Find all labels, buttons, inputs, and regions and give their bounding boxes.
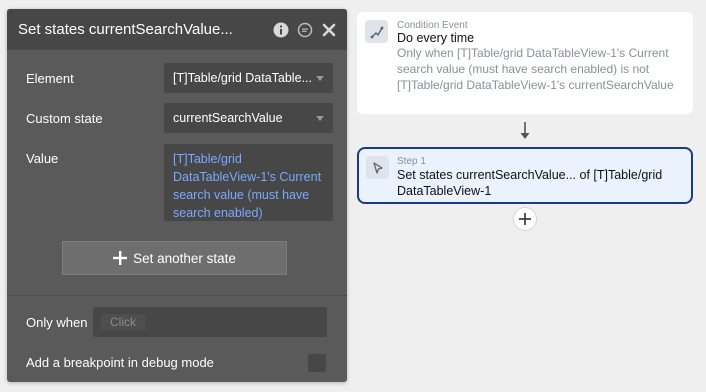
value-expression-field[interactable]: [T]Table/grid DataTableView-1's Current …	[164, 144, 333, 221]
event-description: Only when [T]Table/grid DataTableView-1'…	[397, 46, 674, 92]
plus-icon	[113, 251, 128, 265]
divider	[7, 295, 347, 296]
breakpoint-label: Add a breakpoint in debug mode	[26, 355, 214, 370]
chevron-down-icon	[316, 116, 324, 121]
add-step-button[interactable]	[513, 207, 537, 231]
chevron-down-icon	[316, 76, 324, 81]
only-when-placeholder: Click	[101, 314, 145, 330]
breakpoint-checkbox[interactable]	[308, 354, 326, 372]
only-when-label: Only when	[26, 315, 88, 330]
step-title: Set states currentSearchValue... of [T]T…	[397, 168, 663, 198]
only-when-condition-input[interactable]: Click	[93, 307, 327, 337]
plus-icon	[519, 213, 531, 225]
close-icon[interactable]	[317, 21, 341, 39]
custom-state-label: Custom state	[26, 111, 103, 126]
element-label: Element	[26, 71, 74, 86]
value-expression-text: [T]Table/grid DataTableView-1's Current …	[173, 152, 322, 220]
panel-title: Set states currentSearchValue...	[18, 21, 233, 38]
step-kicker: Step 1	[397, 156, 426, 167]
element-dropdown-value: [T]Table/grid DataTable...	[173, 71, 312, 85]
info-icon[interactable]	[269, 21, 293, 39]
event-title: Do every time	[397, 31, 475, 45]
set-another-state-button[interactable]: Set another state	[62, 241, 287, 275]
cursor-icon	[366, 156, 389, 179]
value-label: Value	[26, 151, 59, 166]
custom-state-dropdown[interactable]: currentSearchValue	[164, 103, 333, 133]
custom-state-dropdown-value: currentSearchValue	[173, 111, 283, 125]
arrow-down-icon	[519, 122, 531, 140]
element-dropdown[interactable]: [T]Table/grid DataTable...	[164, 63, 333, 93]
comment-icon[interactable]	[293, 21, 317, 39]
action-property-panel: Set states currentSearchValue... Element…	[7, 9, 347, 382]
panel-header: Set states currentSearchValue...	[7, 9, 347, 50]
condition-icon	[365, 20, 388, 43]
event-kicker: Condition Event	[397, 20, 468, 31]
event-card[interactable]: Condition Event Do every time Only when …	[357, 12, 693, 114]
set-another-state-label: Set another state	[133, 250, 236, 266]
step-1-card[interactable]: Step 1 Set states currentSearchValue... …	[357, 147, 693, 204]
